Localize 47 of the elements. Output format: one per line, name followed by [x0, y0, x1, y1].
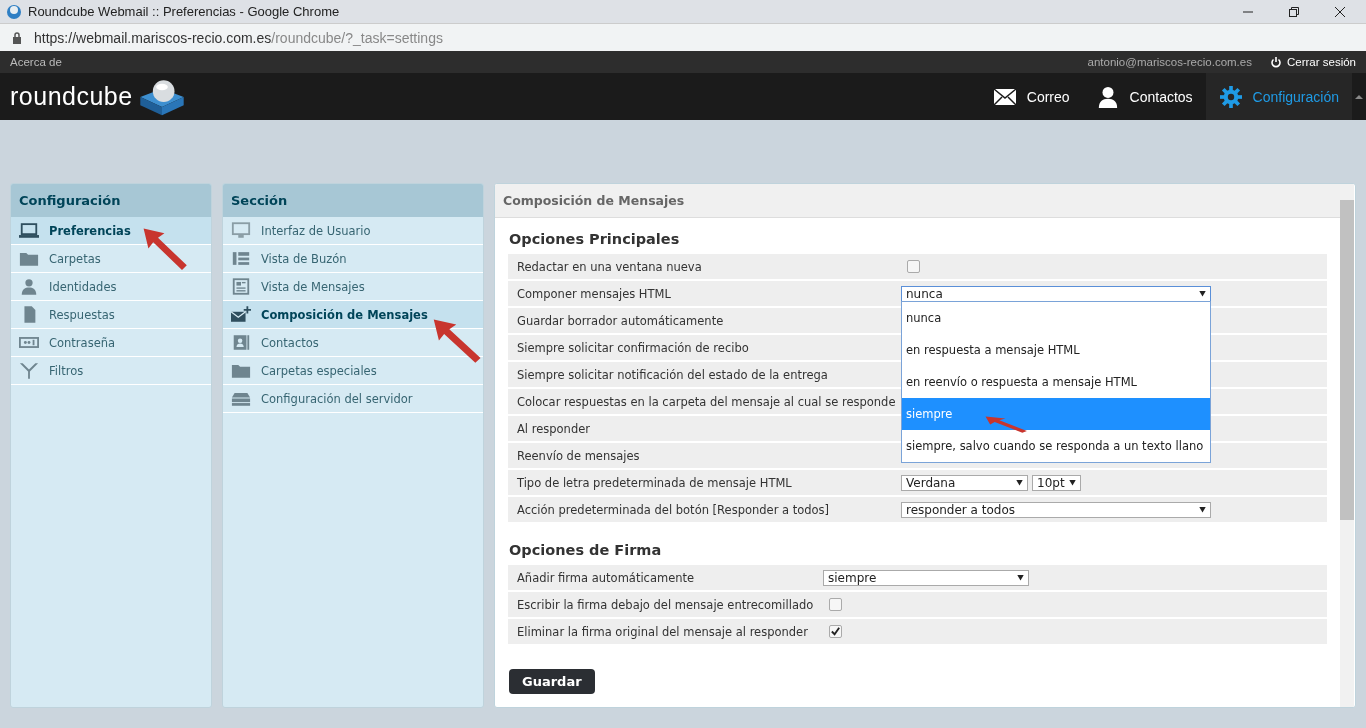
panel-header: Configuración [11, 184, 211, 217]
select-field[interactable]: responder a todos [901, 501, 1211, 518]
group-title: Opciones de Firma [508, 541, 662, 560]
row-label: Guardar borrador automáticamente [516, 313, 725, 328]
dropdown-option[interactable]: nunca [902, 302, 1210, 334]
settings-item[interactable]: Filtros [11, 357, 211, 385]
user-email: antonio@mariscos-recio.com.es [1087, 56, 1252, 68]
dropdown-option[interactable]: siempre, salvo cuando se responda a un texto llano [902, 430, 1210, 462]
row-label: Colocar respuestas en la carpeta del mensaje al cual se responde [516, 394, 897, 409]
row-label: Redactar en una ventana nueva [516, 259, 703, 274]
row-label: Añadir firma automáticamente [516, 570, 696, 585]
section-item[interactable]: Vista de Buzón [223, 245, 483, 273]
logout-link[interactable]: Cerrar sesión [1269, 56, 1356, 68]
row-label: Acción predeterminada del botón [Responder a todos] [516, 502, 831, 517]
row-label: Tipo de letra predeterminada de mensaje HTML [516, 475, 793, 490]
row-label: Escribir la firma debajo del mensaje entrecomillado [516, 597, 815, 612]
section-item[interactable]: Interfaz de Usuario [223, 217, 483, 245]
row-label: Siempre solicitar notificación del estado de la entrega [516, 367, 829, 382]
section-item[interactable]: Configuración del servidor [223, 385, 483, 413]
panel-header: Composición de Mensajes [495, 184, 1340, 218]
settings-item[interactable]: Contraseña [11, 329, 211, 357]
row-label: Siempre solicitar confirmación de recibo [516, 340, 750, 355]
row-label: Componer mensajes HTML [516, 286, 672, 301]
row-label: Reenvío de mensajes [516, 448, 641, 463]
row-label: Eliminar la firma original del mensaje al responder [516, 624, 809, 639]
settings-item[interactable]: Preferencias [11, 217, 211, 245]
font-select[interactable]: Verdana [901, 474, 1028, 491]
nav-tab[interactable]: Contactos [1082, 73, 1206, 120]
section-item[interactable]: Carpetas especiales [223, 357, 483, 385]
select-field[interactable]: nunca [901, 285, 1211, 302]
select-field[interactable]: siempre [823, 569, 1029, 586]
panel-header: Sección [223, 184, 483, 217]
nav-tab[interactable]: Correo [979, 73, 1083, 120]
logo-text: roundcube [10, 82, 133, 111]
settings-item[interactable]: Respuestas [11, 301, 211, 329]
size-select[interactable]: 10pt [1032, 474, 1081, 491]
about-link[interactable]: Acerca de [10, 56, 1088, 68]
window-title: Roundcube Webmail :: Preferencias - Google Chrome [28, 4, 341, 19]
dropdown-option[interactable]: en reenvío o respuesta a mensaje HTML [902, 366, 1210, 398]
row-label: Al responder [516, 421, 591, 436]
settings-item[interactable]: Identidades [11, 273, 211, 301]
address-field[interactable]: https://webmail.mariscos-recio.com.es/roundcube/?_task=settings [34, 29, 443, 46]
nav-tab[interactable]: Configuración [1205, 73, 1352, 120]
save-button[interactable]: Guardar [509, 669, 595, 694]
section-item[interactable]: Composición de Mensajes [223, 301, 483, 329]
dropdown-option[interactable]: en respuesta a mensaje HTML [902, 334, 1210, 366]
group-title: Opciones Principales [508, 230, 680, 249]
